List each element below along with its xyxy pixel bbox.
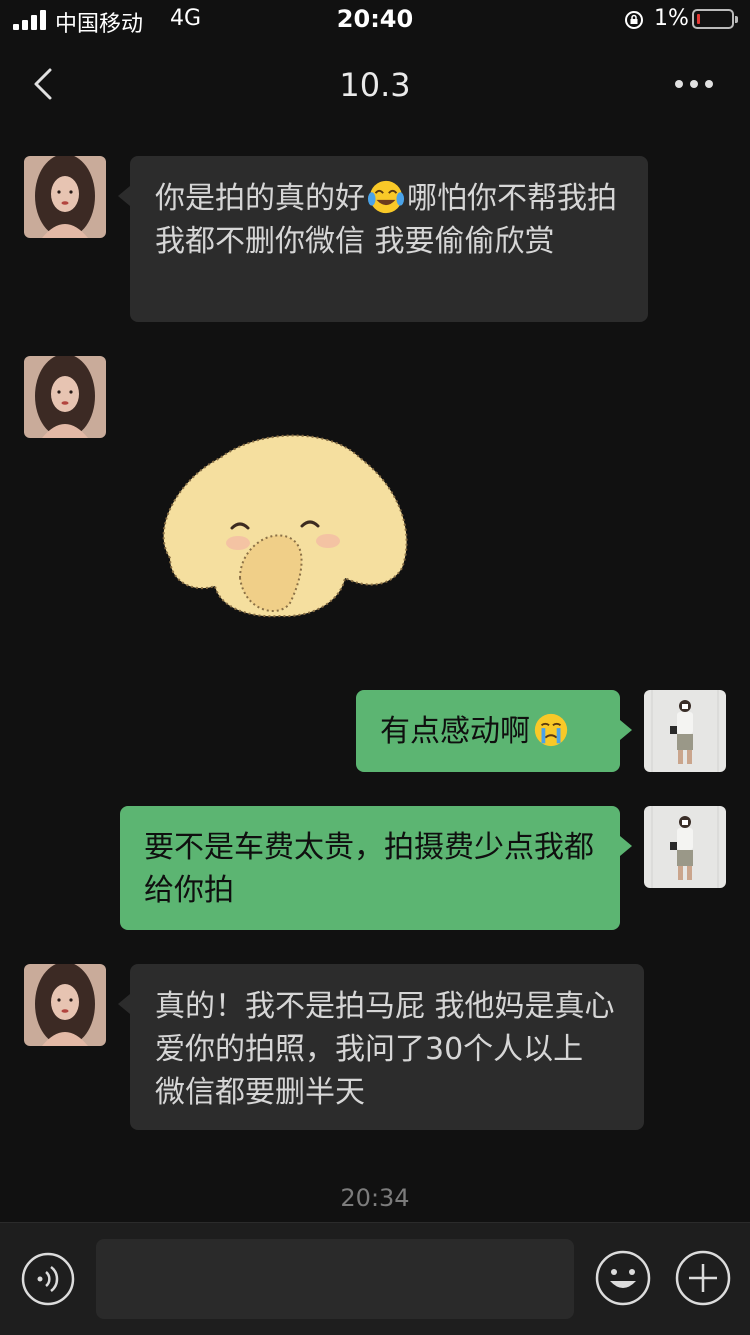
battery-percent: 1%	[654, 6, 689, 31]
message-bubble-outgoing[interactable]: 要不是车费太贵，拍摄费少点我都给你拍	[120, 806, 632, 930]
chat-header: 10.3	[0, 42, 750, 129]
message-bubble-outgoing[interactable]: 有点感动啊	[356, 690, 632, 772]
message-bubble-incoming[interactable]: 你是拍的真的好 哪怕你不帮我拍 我都不删你微信 我要偷偷欣赏	[118, 156, 648, 322]
message-text: 你是拍的真的好	[155, 181, 365, 216]
message-text: 有点感动啊	[380, 714, 530, 749]
message-bubble-incoming[interactable]: 真的！我不是拍马屁 我他妈是真心爱你的拍照，我问了30个人以上 微信都要删半天	[118, 964, 644, 1130]
emoji-icon[interactable]	[594, 1249, 652, 1307]
contact-avatar[interactable]	[24, 964, 106, 1046]
my-avatar[interactable]	[644, 806, 726, 888]
chat-title: 10.3	[339, 66, 411, 104]
voice-icon[interactable]	[20, 1251, 76, 1307]
message-input[interactable]	[96, 1239, 574, 1319]
orientation-lock-icon	[625, 11, 643, 29]
message-timestamp: 20:34	[340, 1184, 410, 1212]
my-avatar[interactable]	[644, 690, 726, 772]
message-text: 要不是车费太贵，拍摄费少点我都给你拍	[144, 830, 594, 908]
plus-icon[interactable]	[674, 1249, 732, 1307]
more-options-icon[interactable]	[672, 72, 716, 96]
battery-icon	[692, 9, 738, 29]
shy-puppy-sticker[interactable]	[140, 418, 420, 638]
input-bar	[0, 1222, 750, 1335]
contact-avatar[interactable]	[24, 156, 106, 238]
contact-avatar[interactable]	[24, 356, 106, 438]
message-text: 真的！我不是拍马屁 我他妈是真心爱你的拍照，我问了30个人以上 微信都要删半天	[155, 989, 615, 1110]
battery-fill	[697, 14, 700, 24]
crying-face-emoji	[534, 713, 568, 747]
message-list[interactable]: 你是拍的真的好 哪怕你不帮我拍 我都不删你微信 我要偷偷欣赏 有点感动啊 要不是车…	[0, 128, 750, 1222]
status-bar: 中国移动 4G 20:40 1%	[0, 0, 750, 42]
tears-of-joy-emoji	[367, 180, 405, 214]
